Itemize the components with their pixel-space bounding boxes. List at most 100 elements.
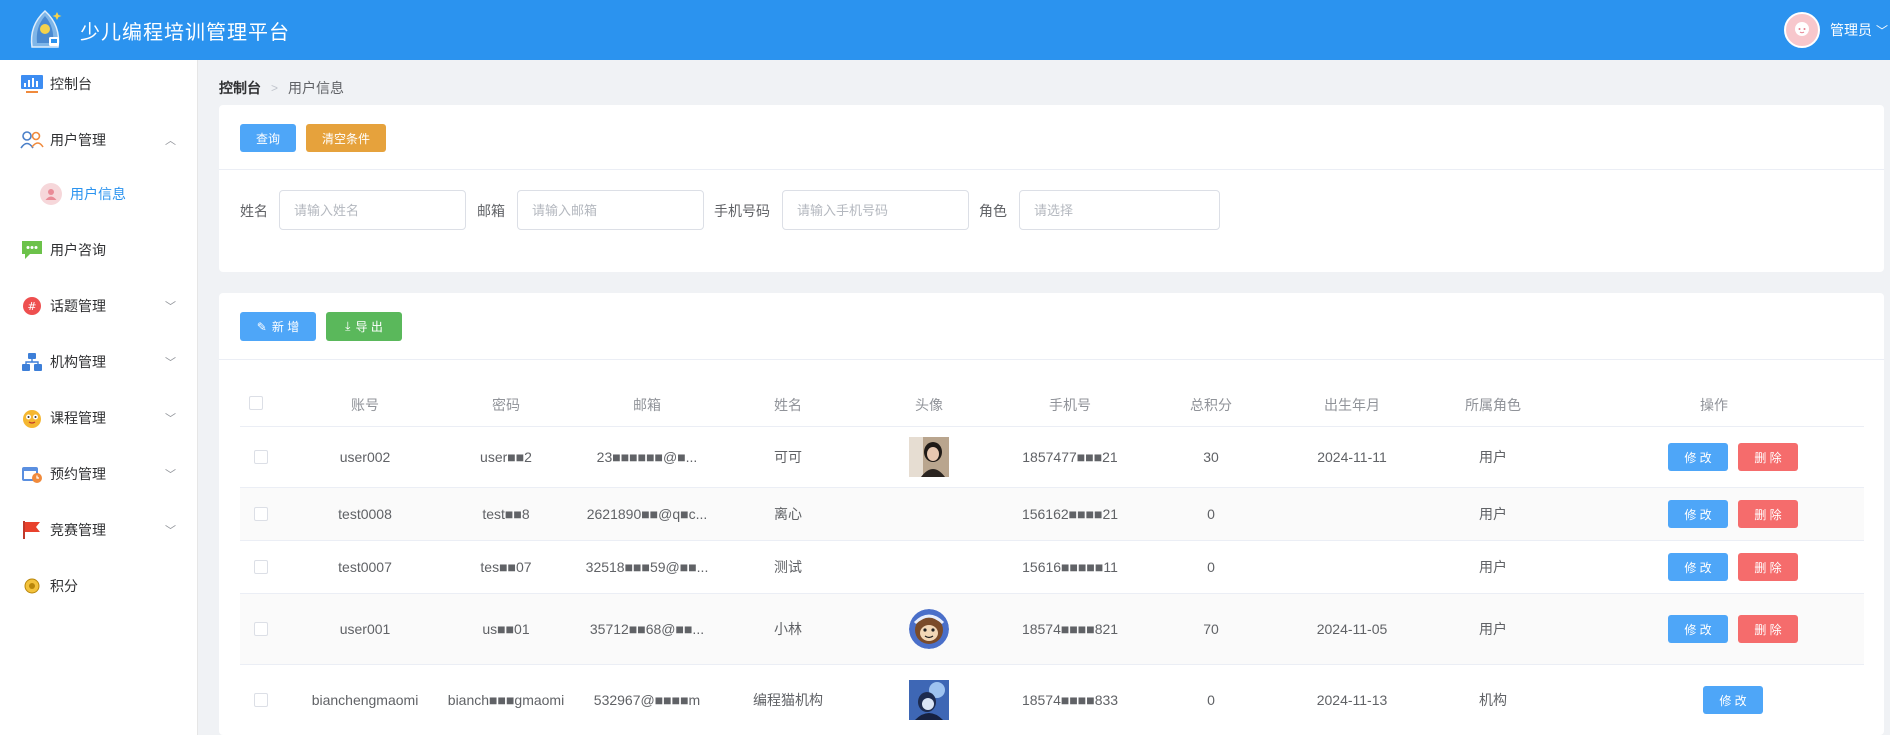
cell-account: user002 bbox=[339, 449, 391, 465]
cell-email: 35712■■68@■■... bbox=[589, 621, 705, 637]
edit-button[interactable]: 修 改 bbox=[1668, 443, 1728, 471]
delete-button[interactable]: 删 除 bbox=[1738, 443, 1798, 471]
add-button[interactable]: ✎ 新 增 bbox=[240, 312, 316, 341]
cell-name: 可可 bbox=[774, 449, 802, 465]
cell-password: us■■01 bbox=[482, 621, 530, 637]
breadcrumb-root[interactable]: 控制台 bbox=[219, 78, 261, 98]
cell-birth: 2024-11-11 bbox=[1317, 449, 1387, 465]
sidebar-item-topic-management[interactable]: # 话题管理 ﹀ bbox=[0, 286, 198, 326]
sidebar-item-competition-management[interactable]: 竞赛管理 ﹀ bbox=[0, 510, 198, 550]
edit-button[interactable]: 修 改 bbox=[1668, 553, 1728, 581]
delete-button[interactable]: 删 除 bbox=[1738, 500, 1798, 528]
breadcrumb: 控制台 > 用户信息 bbox=[219, 78, 344, 98]
email-label: 邮箱 bbox=[477, 203, 505, 219]
row-checkbox[interactable] bbox=[254, 622, 268, 636]
cell-password: tes■■07 bbox=[480, 559, 532, 575]
users-icon bbox=[20, 128, 44, 152]
column-header-phone: 手机号 bbox=[1049, 397, 1091, 413]
cell-phone: 1857477■■■21 bbox=[1022, 449, 1118, 465]
sidebar-item-label: 控制台 bbox=[50, 76, 92, 92]
sidebar-item-user-management[interactable]: 用户管理 ︿ bbox=[0, 120, 198, 160]
avatar[interactable] bbox=[909, 437, 949, 477]
column-header-password: 密码 bbox=[492, 397, 520, 413]
column-header-name: 姓名 bbox=[774, 397, 802, 413]
search-panel: 查询 清空条件 姓名 邮箱 手机号码 角色 bbox=[219, 105, 1884, 272]
column-header-actions: 操作 bbox=[1700, 397, 1728, 413]
cell-name: 离心 bbox=[774, 506, 802, 522]
chevron-down-icon: ﹀ bbox=[165, 525, 176, 537]
monitor-icon bbox=[20, 72, 44, 96]
divider bbox=[219, 359, 1884, 360]
download-icon: ⤓ bbox=[345, 319, 351, 333]
add-button-label: 新 增 bbox=[271, 320, 300, 334]
sidebar-item-label: 机构管理 bbox=[50, 354, 106, 370]
table-panel: ✎ 新 增 ⤓ 导 出 账号 密码 邮箱 姓名 头像 手机号 总积分 出生年月 … bbox=[219, 293, 1884, 735]
cell-phone: 18574■■■■833 bbox=[1021, 692, 1119, 708]
flag-icon bbox=[20, 518, 44, 542]
avatar[interactable] bbox=[909, 609, 949, 649]
table-row: user001 us■■01 35712■■68@■■... 小林 18574■… bbox=[240, 594, 1864, 665]
phone-input[interactable] bbox=[782, 190, 969, 230]
clear-conditions-button[interactable]: 清空条件 bbox=[306, 124, 386, 152]
sidebar-item-org-management[interactable]: 机构管理 ﹀ bbox=[0, 342, 198, 382]
sidebar-item-dashboard[interactable]: 控制台 bbox=[0, 64, 198, 104]
edit-button[interactable]: 修 改 bbox=[1668, 500, 1728, 528]
top-header: 少儿编程培训管理平台 管理员 ﹀ bbox=[0, 0, 1890, 60]
cell-role: 用户 bbox=[1479, 449, 1507, 465]
app-logo-icon bbox=[22, 7, 68, 53]
cell-email: 2621890■■@q■c... bbox=[586, 506, 708, 522]
name-label: 姓名 bbox=[240, 203, 268, 219]
edit-button[interactable]: 修 改 bbox=[1668, 615, 1728, 643]
select-all-checkbox[interactable] bbox=[249, 396, 263, 410]
svg-text:#: # bbox=[27, 300, 36, 313]
cell-account: bianchengmaomi bbox=[311, 692, 419, 708]
cell-points: 0 bbox=[1207, 559, 1215, 575]
cell-password: user■■2 bbox=[480, 449, 532, 465]
user-menu[interactable]: 管理员 ﹀ bbox=[1783, 0, 1890, 60]
cell-points: 30 bbox=[1203, 449, 1219, 465]
chevron-up-icon: ︿ bbox=[165, 135, 176, 147]
sidebar-item-consultation[interactable]: 用户咨询 bbox=[0, 230, 198, 270]
cell-points: 0 bbox=[1207, 506, 1215, 522]
sidebar-item-booking-management[interactable]: 预约管理 ﹀ bbox=[0, 454, 198, 494]
org-icon bbox=[20, 350, 44, 374]
breadcrumb-current: 用户信息 bbox=[288, 80, 345, 96]
name-input[interactable] bbox=[279, 190, 466, 230]
row-checkbox[interactable] bbox=[254, 450, 268, 464]
avatar[interactable] bbox=[909, 680, 949, 720]
chevron-down-icon: ﹀ bbox=[165, 469, 176, 481]
cell-role: 用户 bbox=[1479, 506, 1507, 522]
cell-role: 用户 bbox=[1479, 621, 1507, 637]
user-name[interactable]: 管理员 bbox=[1830, 20, 1872, 40]
delete-button[interactable]: 删 除 bbox=[1738, 615, 1798, 643]
sidebar-item-user-info[interactable]: 用户信息 bbox=[0, 174, 198, 214]
column-header-points: 总积分 bbox=[1190, 397, 1232, 413]
cell-account: test0008 bbox=[338, 506, 392, 522]
table-row: test0008 test■■8 2621890■■@q■c... 离心 156… bbox=[240, 488, 1864, 541]
cell-name: 小林 bbox=[774, 621, 802, 637]
row-checkbox[interactable] bbox=[254, 560, 268, 574]
query-button[interactable]: 查询 bbox=[240, 124, 296, 152]
sidebar-item-label: 用户管理 bbox=[50, 132, 106, 148]
divider bbox=[219, 169, 1884, 170]
sidebar-item-course-management[interactable]: 课程管理 ﹀ bbox=[0, 398, 198, 438]
row-checkbox[interactable] bbox=[254, 507, 268, 521]
column-header-avatar: 头像 bbox=[915, 397, 943, 413]
chevron-down-icon[interactable]: ﹀ bbox=[1876, 22, 1888, 39]
delete-button[interactable]: 删 除 bbox=[1738, 553, 1798, 581]
email-input[interactable] bbox=[517, 190, 704, 230]
edit-button[interactable]: 修 改 bbox=[1703, 686, 1763, 714]
cell-account: test0007 bbox=[338, 559, 392, 575]
row-checkbox[interactable] bbox=[254, 693, 268, 707]
export-button[interactable]: ⤓ 导 出 bbox=[326, 312, 402, 341]
calendar-icon bbox=[20, 462, 44, 486]
cell-points: 70 bbox=[1203, 621, 1219, 637]
sidebar-item-points[interactable]: 积分 bbox=[0, 566, 198, 606]
sidebar-item-label: 竞赛管理 bbox=[50, 522, 106, 538]
role-select[interactable] bbox=[1019, 190, 1220, 230]
chevron-right-icon: > bbox=[271, 81, 279, 95]
avatar[interactable] bbox=[1783, 12, 1820, 48]
cell-phone: 18574■■■■821 bbox=[1021, 621, 1119, 637]
app-title: 少儿编程培训管理平台 bbox=[80, 21, 290, 44]
cell-phone: 15616■■■■■11 bbox=[1022, 559, 1118, 575]
